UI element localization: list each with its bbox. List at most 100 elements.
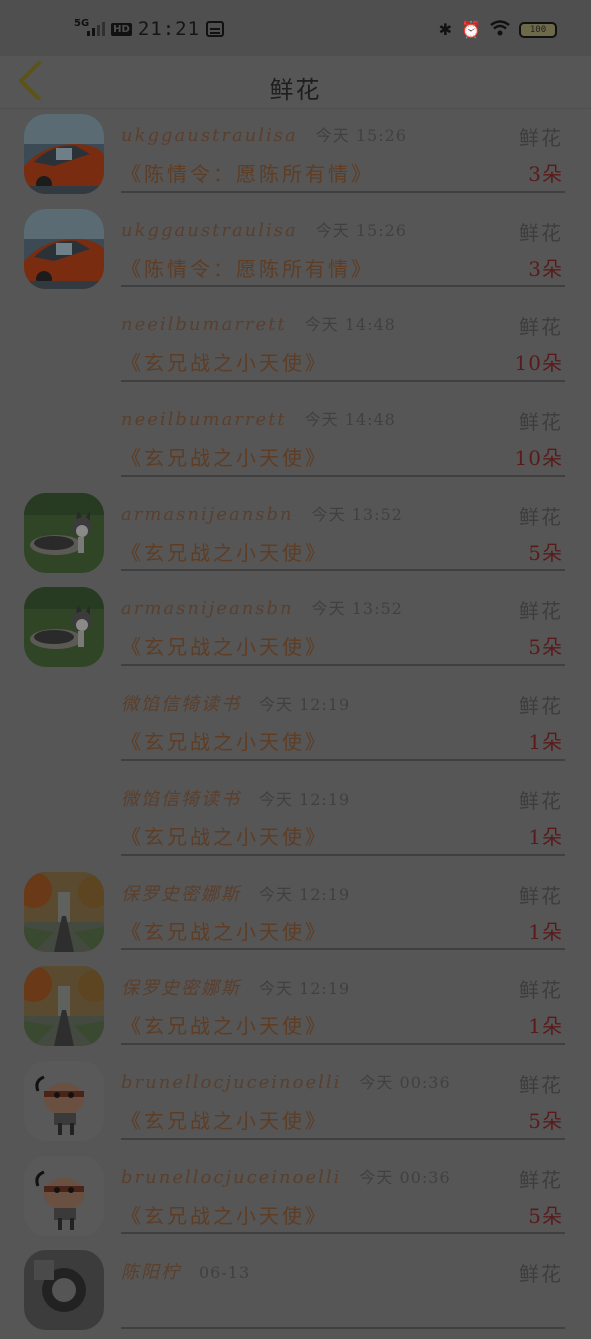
item-header: ukggaustraulisa 今天 15:26 鲜花 [121, 122, 563, 150]
list-item[interactable]: brunellocjuceinoelli 今天 00:36 鲜花 《玄兄战之小天使… [0, 1150, 591, 1245]
list-item[interactable]: 保罗史密娜斯 今天 12:19 鲜花 《玄兄战之小天使》 1朵 [0, 960, 591, 1055]
item-detail: 《玄兄战之小天使》 5朵 [121, 537, 563, 565]
item-detail: 《玄兄战之小天使》 5朵 [121, 1105, 563, 1133]
gift-type: 鲜花 [519, 978, 563, 1003]
list-item[interactable]: 微馅信犄读书 今天 12:19 鲜花 《玄兄战之小天使》 1朵 [0, 676, 591, 771]
gift-type: 鲜花 [519, 504, 563, 529]
username: 陈阳柠 06-13 [121, 1262, 251, 1284]
divider [121, 664, 565, 667]
list-item[interactable]: neeilbumarrett 今天 14:48 鲜花 《玄兄战之小天使》 10朵 [0, 392, 591, 487]
divider [121, 285, 565, 288]
send-time: 今天 15:26 [315, 126, 407, 145]
send-time: 今天 14:48 [304, 315, 396, 335]
item-detail: 《玄兄战之小天使》 1朵 [121, 1010, 563, 1038]
username: armasnijeansbn 今天 13:52 [121, 503, 403, 525]
book-title: 《玄兄战之小天使》 [121, 730, 328, 755]
alarm-icon: ⏰ [461, 19, 481, 39]
avatar[interactable] [24, 966, 104, 1047]
gift-type: 鲜花 [519, 788, 563, 813]
username: neeilbumarrett 今天 14:48 [121, 314, 396, 336]
avatar[interactable] [24, 1250, 104, 1331]
list-item[interactable]: 微馅信犄读书 今天 12:19 鲜花 《玄兄战之小天使》 1朵 [0, 771, 591, 866]
signal-icon [87, 22, 106, 36]
avatar[interactable] [24, 208, 104, 289]
avatar[interactable] [24, 871, 104, 952]
book-title: 《玄兄战之小天使》 [121, 351, 328, 376]
send-time: 今天 12:19 [259, 695, 351, 715]
divider [121, 853, 565, 856]
item-header: 保罗史密娜斯 今天 12:19 鲜花 [121, 974, 563, 1002]
list-item[interactable]: 保罗史密娜斯 今天 12:19 鲜花 《玄兄战之小天使》 1朵 [0, 866, 591, 961]
flower-count: 5朵 [528, 635, 563, 660]
item-detail: 《玄兄战之小天使》 5朵 [121, 631, 563, 659]
divider [121, 758, 565, 761]
flower-count: 5朵 [528, 540, 563, 565]
send-time: 今天 13:52 [311, 599, 403, 619]
flower-count: 1朵 [528, 824, 563, 849]
avatar[interactable] [24, 587, 104, 668]
list-item[interactable]: neeilbumarrett 今天 14:48 鲜花 《玄兄战之小天使》 10朵 [0, 297, 591, 392]
gift-type: 鲜花 [519, 1262, 563, 1287]
network-type: 5G [74, 17, 90, 29]
username: 保罗史密娜斯 今天 12:19 [121, 883, 351, 905]
item-header: brunellocjuceinoelli 今天 00:36 鲜花 [121, 1164, 563, 1192]
gift-type: 鲜花 [519, 599, 563, 624]
divider [121, 948, 565, 951]
gift-type: 鲜花 [519, 126, 563, 150]
avatar[interactable] [24, 1155, 104, 1236]
item-detail: 《玄兄战之小天使》 10朵 [121, 442, 563, 470]
send-time: 今天 12:19 [259, 884, 351, 904]
send-time: 今天 00:36 [359, 1167, 451, 1187]
book-title: 《玄兄战之小天使》 [121, 824, 328, 849]
flower-count: 1朵 [528, 919, 563, 944]
username: 保罗史密娜斯 今天 12:19 [121, 978, 351, 1000]
book-title: 《玄兄战之小天使》 [121, 540, 328, 565]
book-title: 《玄兄战之小天使》 [121, 919, 328, 944]
item-header: 微馅信犄读书 今天 12:19 鲜花 [121, 785, 563, 813]
gift-type: 鲜花 [519, 694, 563, 719]
flower-count: 3朵 [528, 256, 563, 281]
gift-list: ukggaustraulisa 今天 15:26 鲜花 《陈情令：愿陈所有情》 3… [0, 108, 591, 1339]
divider [121, 474, 565, 477]
divider [121, 1326, 565, 1329]
item-detail: 《陈情令：愿陈所有情》 3朵 [121, 253, 563, 281]
gift-type: 鲜花 [519, 1072, 563, 1097]
book-title: 《陈情令：愿陈所有情》 [121, 162, 374, 186]
list-item[interactable]: ukggaustraulisa 今天 15:26 鲜花 《陈情令：愿陈所有情》 3… [0, 203, 591, 298]
clock: 21:21 [137, 18, 201, 40]
item-header: ukggaustraulisa 今天 15:26 鲜花 [121, 217, 563, 245]
flower-count: 5朵 [528, 1108, 563, 1133]
item-header: brunellocjuceinoelli 今天 00:36 鲜花 [121, 1069, 563, 1097]
username: 微馅信犄读书 今天 12:19 [121, 694, 351, 716]
send-time: 今天 00:36 [359, 1072, 451, 1092]
gift-type: 鲜花 [519, 220, 563, 245]
wifi-icon [490, 20, 510, 39]
list-item[interactable]: armasnijeansbn 今天 13:52 鲜花 《玄兄战之小天使》 5朵 [0, 581, 591, 676]
flower-count: 1朵 [528, 1014, 563, 1039]
username: ukggaustraulisa 今天 15:26 [121, 219, 407, 241]
list-item[interactable]: 陈阳柠 06-13 鲜花 [0, 1244, 591, 1339]
send-time: 今天 12:19 [259, 789, 351, 809]
send-time: 今天 15:26 [315, 220, 407, 240]
avatar[interactable] [24, 1060, 104, 1141]
list-item[interactable]: armasnijeansbn 今天 13:52 鲜花 《玄兄战之小天使》 5朵 [0, 487, 591, 582]
list-item[interactable]: ukggaustraulisa 今天 15:26 鲜花 《陈情令：愿陈所有情》 3… [0, 108, 591, 203]
avatar[interactable] [24, 114, 104, 194]
username: brunellocjuceinoelli 今天 00:36 [121, 1166, 451, 1188]
divider [121, 569, 565, 572]
item-header: 微馅信犄读书 今天 12:19 鲜花 [121, 690, 563, 718]
username: ukggaustraulisa 今天 15:26 [121, 125, 407, 146]
book-title: 《玄兄战之小天使》 [121, 1108, 328, 1133]
send-time: 今天 14:48 [304, 410, 396, 430]
item-detail: 《玄兄战之小天使》 1朵 [121, 821, 563, 849]
bluetooth-icon: ✱ [438, 19, 453, 39]
status-bar: 5G HD 21:21 ✱ ⏰ 100 [0, 0, 591, 56]
item-header: armasnijeansbn 今天 13:52 鲜花 [121, 595, 563, 623]
gift-type: 鲜花 [519, 315, 563, 340]
list-item[interactable]: brunellocjuceinoelli 今天 00:36 鲜花 《玄兄战之小天使… [0, 1055, 591, 1150]
book-title: 《玄兄战之小天使》 [121, 1014, 328, 1039]
username: 微馅信犄读书 今天 12:19 [121, 788, 351, 810]
gift-type: 鲜花 [519, 883, 563, 908]
avatar[interactable] [24, 492, 104, 573]
item-header: 陈阳柠 06-13 鲜花 [121, 1258, 563, 1286]
